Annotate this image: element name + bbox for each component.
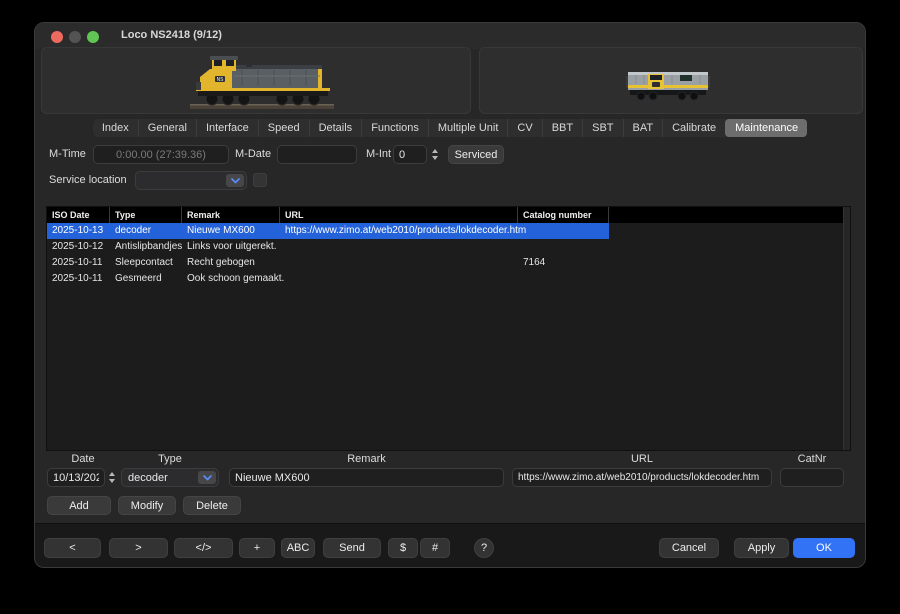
cell-type: Sleepcontact	[115, 255, 173, 271]
cell-remark: Links voor uitgerekt.	[187, 239, 277, 255]
titlebar: Loco NS2418 (9/12)	[35, 23, 865, 49]
loco-photo-panel-large: NS	[41, 47, 471, 114]
zoom-button[interactable]	[87, 31, 99, 43]
tab-interface[interactable]: Interface	[196, 119, 258, 137]
m-int-stepper[interactable]	[429, 145, 441, 163]
table-scrollbar[interactable]	[843, 207, 850, 450]
abc-button[interactable]: ABC	[281, 538, 315, 558]
tab-calibrate[interactable]: Calibrate	[662, 119, 725, 137]
hash-button[interactable]: #	[420, 538, 450, 558]
cell-url: https://www.zimo.at/web2010/products/lok…	[285, 223, 526, 239]
help-button[interactable]: ?	[474, 538, 494, 558]
tab-details[interactable]: Details	[309, 119, 362, 137]
add-button[interactable]: Add	[47, 496, 111, 515]
stepper-up-icon	[109, 472, 115, 476]
modify-button[interactable]: Modify	[118, 496, 176, 515]
m-int-input[interactable]	[393, 145, 427, 164]
editor-date-input[interactable]	[47, 468, 105, 487]
tab-general[interactable]: General	[138, 119, 196, 137]
previous-loco-button[interactable]: <	[44, 538, 101, 558]
cell-remark: Nieuwe MX600	[187, 223, 255, 239]
cell-type: decoder	[115, 223, 151, 239]
editor-type-value: decoder	[122, 472, 198, 484]
tab-index[interactable]: Index	[93, 119, 138, 137]
cell-catnr: 7164	[523, 255, 545, 271]
table-header: ISO Date Type Remark URL Catalog number	[47, 207, 850, 223]
cell-iso-date: 2025-10-12	[52, 239, 103, 255]
editor-date-stepper[interactable]	[106, 468, 118, 486]
footer-bar: < > </> + ABC Send $ # ? Cancel Apply OK	[35, 523, 865, 568]
editor-remark-input[interactable]	[229, 468, 504, 487]
m-time-label: M-Time	[49, 145, 86, 163]
tab-bat[interactable]: BAT	[623, 119, 663, 137]
column-header-catalog-number[interactable]: Catalog number	[518, 207, 609, 223]
service-location-label: Service location	[49, 171, 127, 189]
minimize-button[interactable]	[69, 31, 81, 43]
tab-sbt[interactable]: SBT	[582, 119, 622, 137]
svg-text:NS: NS	[217, 77, 224, 83]
delete-button[interactable]: Delete	[183, 496, 241, 515]
editor-url-input[interactable]	[512, 468, 772, 487]
stepper-down-icon	[432, 156, 438, 160]
cell-remark: Ook schoon gemaakt.	[187, 271, 284, 287]
locomotive-photo-small	[622, 66, 714, 104]
next-loco-button[interactable]: >	[109, 538, 168, 558]
tab-bbt[interactable]: BBT	[542, 119, 582, 137]
close-button[interactable]	[51, 31, 63, 43]
m-date-input[interactable]	[277, 145, 357, 164]
send-button[interactable]: Send	[323, 538, 381, 558]
editor-catnr-input[interactable]	[780, 468, 844, 487]
service-location-combo[interactable]	[135, 171, 247, 190]
m-time-input[interactable]	[93, 145, 229, 164]
maintenance-table: ISO Date Type Remark URL Catalog number …	[46, 206, 851, 451]
cell-type: Gesmeerd	[115, 271, 162, 287]
code-button[interactable]: </>	[174, 538, 233, 558]
column-header-iso-date[interactable]: ISO Date	[47, 207, 110, 223]
stepper-down-icon	[109, 479, 115, 483]
editor-type-combo[interactable]: decoder	[121, 468, 219, 487]
column-header-spacer	[609, 207, 843, 223]
chevron-down-icon	[226, 174, 244, 187]
window-title: Loco NS2418 (9/12)	[121, 29, 222, 41]
tab-speed[interactable]: Speed	[258, 119, 309, 137]
editor-catnr-label: CatNr	[780, 453, 844, 465]
loco-window: Loco NS2418 (9/12)	[34, 22, 866, 568]
service-location-extra-button[interactable]	[253, 173, 267, 187]
editor-type-label: Type	[121, 453, 219, 465]
cell-iso-date: 2025-10-13	[52, 223, 103, 239]
table-row[interactable]: 2025-10-11 Sleepcontact Recht gebogen 71…	[47, 255, 843, 271]
table-row[interactable]: 2025-10-11 Gesmeerd Ook schoon gemaakt.	[47, 271, 843, 287]
editor-date-label: Date	[47, 453, 119, 465]
column-header-url[interactable]: URL	[280, 207, 518, 223]
tab-maintenance[interactable]: Maintenance	[725, 119, 807, 137]
cell-remark: Recht gebogen	[187, 255, 255, 271]
cell-iso-date: 2025-10-11	[52, 255, 102, 271]
m-int-label: M-Int	[366, 145, 391, 163]
apply-button[interactable]: Apply	[734, 538, 789, 558]
cell-type: Antislipbandjes	[115, 239, 182, 255]
ok-button[interactable]: OK	[793, 538, 855, 558]
tab-cv[interactable]: CV	[507, 119, 541, 137]
table-row[interactable]: 2025-10-12 Antislipbandjes Links voor ui…	[47, 239, 843, 255]
locomotive-photo-large: NS	[188, 52, 336, 112]
table-body: 2025-10-13 decoder Nieuwe MX600 https://…	[47, 223, 843, 287]
column-header-remark[interactable]: Remark	[182, 207, 280, 223]
tab-multiple-unit[interactable]: Multiple Unit	[428, 119, 508, 137]
dollar-button[interactable]: $	[388, 538, 418, 558]
tab-bar: Index General Interface Speed Details Fu…	[35, 119, 865, 137]
stepper-up-icon	[432, 149, 438, 153]
m-date-label: M-Date	[235, 145, 271, 163]
chevron-down-icon	[198, 471, 216, 484]
cell-iso-date: 2025-10-11	[52, 271, 102, 287]
tab-functions[interactable]: Functions	[361, 119, 428, 137]
column-header-type[interactable]: Type	[110, 207, 182, 223]
editor-url-label: URL	[512, 453, 772, 465]
table-row[interactable]: 2025-10-13 decoder Nieuwe MX600 https://…	[47, 223, 843, 239]
serviced-button[interactable]: Serviced	[448, 145, 504, 164]
plus-button[interactable]: +	[239, 538, 275, 558]
loco-photo-panel-small	[479, 47, 863, 114]
cancel-button[interactable]: Cancel	[659, 538, 719, 558]
editor-remark-label: Remark	[229, 453, 504, 465]
